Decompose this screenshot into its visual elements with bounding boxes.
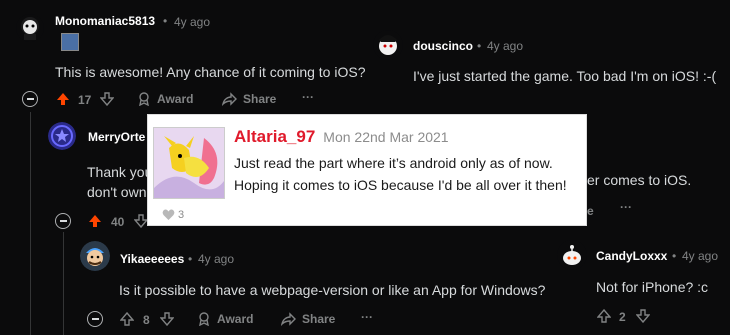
comment-text: er comes to iOS. — [587, 172, 692, 188]
flair-icon — [61, 33, 79, 51]
comment-username[interactable]: CandyLoxxx — [596, 249, 667, 263]
award-button[interactable]: Award — [137, 92, 193, 106]
comment-separator: • — [163, 14, 168, 28]
comment-text: This is awesome! Any chance of it coming… — [55, 64, 366, 80]
upvote-button[interactable] — [119, 311, 135, 331]
upvote-icon[interactable] — [596, 308, 612, 323]
vote-count: 2 — [619, 310, 626, 324]
upvote-icon[interactable] — [88, 214, 102, 228]
share-label: Share — [302, 312, 336, 326]
comment-text: don't own — [87, 184, 147, 200]
vote-count: 40 — [111, 215, 125, 229]
share-button[interactable]: Share — [281, 312, 335, 326]
downvote-button[interactable] — [635, 309, 651, 328]
avatar[interactable] — [373, 30, 403, 60]
downvote-button[interactable] — [99, 92, 115, 111]
share-label: Share — [243, 92, 277, 106]
more-options-button[interactable]: ··· — [620, 200, 632, 214]
award-label: Award — [157, 92, 194, 106]
collapse-thread-button[interactable] — [22, 91, 38, 107]
award-button[interactable]: Award — [197, 312, 253, 326]
upvote-button[interactable] — [596, 308, 612, 328]
avatar[interactable] — [557, 240, 587, 270]
thread-line — [30, 112, 31, 335]
comment-separator: • — [188, 252, 193, 266]
share-label[interactable]: e — [587, 204, 594, 218]
comment-text: Not for iPhone? :c — [596, 279, 709, 295]
comment-separator: • — [672, 249, 677, 263]
avatar[interactable] — [16, 14, 44, 42]
comment-username[interactable]: douscinco — [413, 39, 473, 53]
popup-avatar — [153, 127, 225, 199]
comment-popup-card[interactable]: Altaria_97 Mon 22nd Mar 2021 Just read t… — [147, 114, 587, 226]
upvote-button[interactable] — [88, 214, 102, 233]
vote-count: 8 — [143, 313, 150, 327]
comment-text: Is it possible to have a webpage-version… — [119, 282, 546, 298]
upvote-icon[interactable] — [56, 92, 70, 106]
award-icon — [199, 312, 209, 326]
comment-separator: • — [477, 39, 482, 53]
popup-username[interactable]: Altaria_97 — [234, 127, 315, 147]
downvote-icon[interactable] — [99, 92, 115, 107]
upvote-icon[interactable] — [119, 311, 135, 326]
comment-username[interactable]: Yikaeeeees — [120, 252, 184, 266]
heart-icon — [162, 209, 175, 220]
comment-time[interactable]: 4y ago — [174, 15, 210, 29]
downvote-icon[interactable] — [159, 312, 175, 327]
share-icon — [281, 312, 296, 326]
comment-time[interactable]: 4y ago — [682, 249, 718, 263]
upvote-button[interactable] — [56, 92, 70, 106]
share-icon — [222, 92, 237, 106]
comment-time[interactable]: 4y ago — [487, 39, 523, 53]
like-count: 3 — [178, 209, 185, 221]
downvote-button[interactable] — [133, 214, 149, 233]
comment-text: Thank you — [87, 164, 153, 180]
downvote-icon[interactable] — [133, 214, 149, 229]
comment-username[interactable]: Monomaniac5813 — [55, 14, 155, 28]
downvote-button[interactable] — [159, 312, 175, 331]
share-button[interactable]: Share — [222, 92, 276, 106]
downvote-icon[interactable] — [635, 309, 651, 324]
collapse-thread-button[interactable] — [87, 311, 103, 327]
collapse-thread-button[interactable] — [55, 213, 71, 229]
award-icon — [139, 92, 149, 106]
more-options-button[interactable]: ··· — [302, 90, 314, 104]
award-label: Award — [217, 312, 254, 326]
avatar[interactable] — [48, 122, 76, 150]
like-button[interactable]: 3 — [162, 209, 184, 221]
popup-text-line2: Hoping it comes to iOS because I'd be al… — [234, 177, 567, 193]
comment-time[interactable]: 4y ago — [198, 252, 234, 266]
popup-date: Mon 22nd Mar 2021 — [323, 129, 449, 145]
comment-username[interactable]: MerryOrte — [88, 130, 145, 144]
more-options-button[interactable]: ··· — [361, 310, 373, 324]
avatar[interactable] — [80, 241, 110, 271]
vote-count: 17 — [78, 93, 92, 107]
thread-line — [63, 232, 64, 335]
popup-text-line1: Just read the part where it’s android on… — [234, 155, 553, 171]
comment-text: I've just started the game. Too bad I'm … — [413, 68, 717, 84]
